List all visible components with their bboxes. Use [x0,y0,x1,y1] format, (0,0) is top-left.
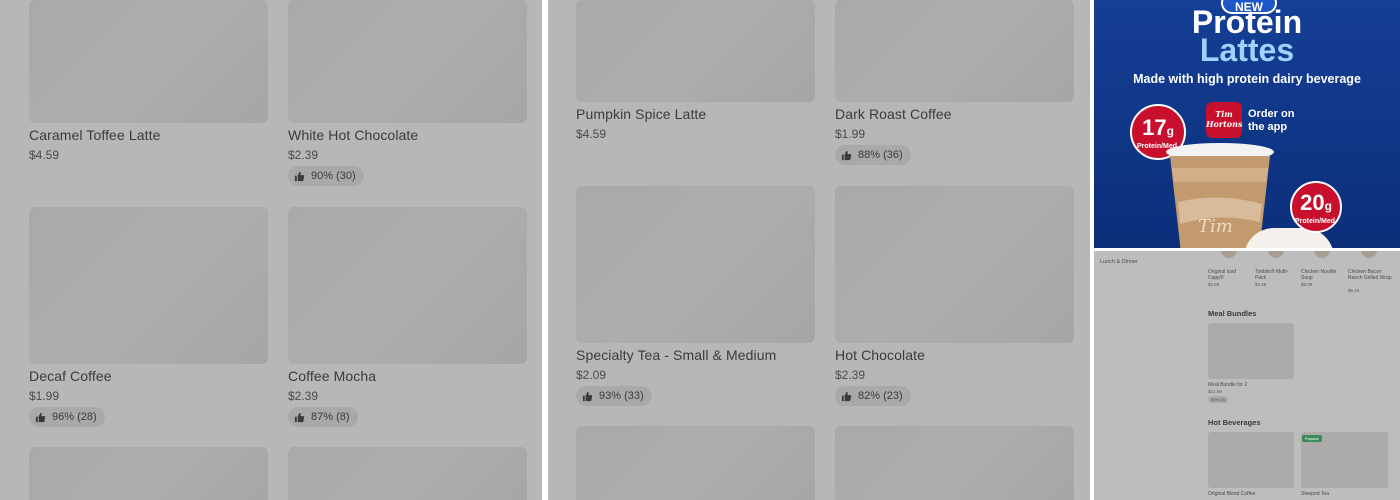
thumbs-up-icon [294,412,305,422]
panel-divider [542,0,548,500]
menu-item-price: $2.09 [576,368,607,382]
protein-badge-right: 20g Protein/Med. [1290,181,1342,233]
svg-text:Tim: Tim [1198,216,1233,237]
mini-rating-badge: 80% (5) [1208,396,1229,403]
meal-bundle-image[interactable] [1208,323,1294,379]
mini-item-name[interactable]: Timbits® Multi-Pack [1255,269,1295,281]
menu-item-thumbnail[interactable] [1221,250,1237,258]
menu-item-image[interactable] [835,186,1074,343]
promo-banner[interactable]: NEW Protein Lattes Made with high protei… [1094,0,1400,248]
menu-item-price: $1.99 [835,127,866,141]
menu-item-image[interactable] [576,426,815,500]
hot-beverage-image[interactable] [1208,432,1294,488]
menu-item-price: $2.39 [288,148,319,162]
rating-text: 88% (36) [858,149,903,161]
menu-item-price: $4.59 [576,127,607,141]
menu-item-image[interactable] [835,0,1074,102]
menu-item-image[interactable] [29,447,268,500]
menu-item-name: Decaf Coffee [29,368,112,384]
rating-badge: 87% (8) [288,407,358,427]
protein-value-right: 20g [1300,190,1332,215]
thumbs-up-icon [35,412,46,422]
mini-item-name[interactable]: Original Iced Capp® [1208,269,1250,281]
sidebar-item-lunch-dinner[interactable]: Lunch & Dinner [1100,259,1138,265]
mini-item-price: $3.59 [1208,282,1220,287]
menu-item-name: Dark Roast Coffee [835,106,952,122]
menu-item-name: Specialty Tea - Small & Medium [576,347,777,363]
menu-item-name: Hot Chocolate [835,347,926,363]
menu-item-image[interactable] [288,207,527,364]
protein-label-right: Protein/Med. [1294,218,1337,225]
thumbs-up-icon [294,171,305,181]
menu-item-name: Coffee Mocha [288,368,377,384]
menu-item-thumbnail[interactable] [1268,250,1284,258]
mini-item-name[interactable]: Meal Bundle for 2 [1208,382,1247,388]
panel-divider [1094,248,1400,251]
menu-item-image[interactable] [29,0,268,123]
thumbs-up-icon [841,391,852,401]
menu-item-image[interactable] [835,426,1074,500]
thumbs-up-icon [582,391,593,401]
menu-item-thumbnail[interactable] [1361,250,1377,258]
tim-hortons-logo: Tim Hortons [1206,102,1242,138]
popular-tag: Popular [1302,435,1322,442]
rating-badge: 96% (28) [29,407,105,427]
menu-item-thumbnail[interactable] [1314,250,1330,258]
mini-item-price: $21.59 [1208,389,1222,394]
protein-value-left: 17g [1142,115,1174,140]
rating-text: 90% (30) [311,170,356,182]
menu-item-price: $4.59 [29,148,60,162]
menu-item-image[interactable] [288,447,527,500]
menu-item-image[interactable] [576,0,815,102]
mini-item-name[interactable]: Steeped Tea [1301,491,1329,497]
menu-item-image[interactable] [288,0,527,123]
order-on-app-text: Order on the app [1248,108,1295,133]
thumbs-up-icon [841,150,852,160]
mini-item-name[interactable]: Chicken Noodle Soup [1301,269,1341,281]
rating-badge: 88% (36) [835,145,911,165]
section-heading-hot-beverages: Hot Beverages [1208,418,1261,427]
rating-badge: 90% (30) [288,166,364,186]
mini-item-name[interactable]: Original Blend Coffee [1208,491,1255,497]
promo-title-line2: Lattes [1199,32,1295,68]
mini-item-price: $3.39 [1255,282,1267,287]
section-heading-meal-bundles: Meal Bundles [1208,309,1257,318]
menu-item-name: Caramel Toffee Latte [29,127,161,143]
rating-text: 93% (33) [599,390,644,402]
screenshot-root: Caramel Toffee Latte $4.59 White Hot Cho… [0,0,1400,500]
menu-item-name: White Hot Chocolate [288,127,419,143]
menu-grid-panel-left: Caramel Toffee Latte $4.59 White Hot Cho… [0,0,542,500]
rating-text: 96% (28) [52,411,97,423]
menu-item-price: $2.39 [835,368,866,382]
menu-item-price: $1.99 [29,389,60,403]
mini-item-name[interactable]: Chicken Bacon Ranch Grilled Wrap [1348,269,1392,281]
rating-badge: 82% (23) [835,386,911,406]
menu-item-price: $2.39 [288,389,319,403]
menu-item-image[interactable] [29,207,268,364]
mini-item-price: $5.09 [1301,282,1313,287]
promo-subtitle: Made with high protein dairy beverage [1133,72,1361,86]
mini-item-price: $6.19 [1348,288,1360,293]
menu-grid-panel-middle: Pumpkin Spice Latte $4.59 Dark Roast Cof… [548,0,1090,500]
rating-text: 87% (8) [311,411,350,423]
menu-item-image[interactable] [576,186,815,343]
rating-badge: 93% (33) [576,386,652,406]
rating-text: 82% (23) [858,390,903,402]
menu-item-name: Pumpkin Spice Latte [576,106,707,122]
